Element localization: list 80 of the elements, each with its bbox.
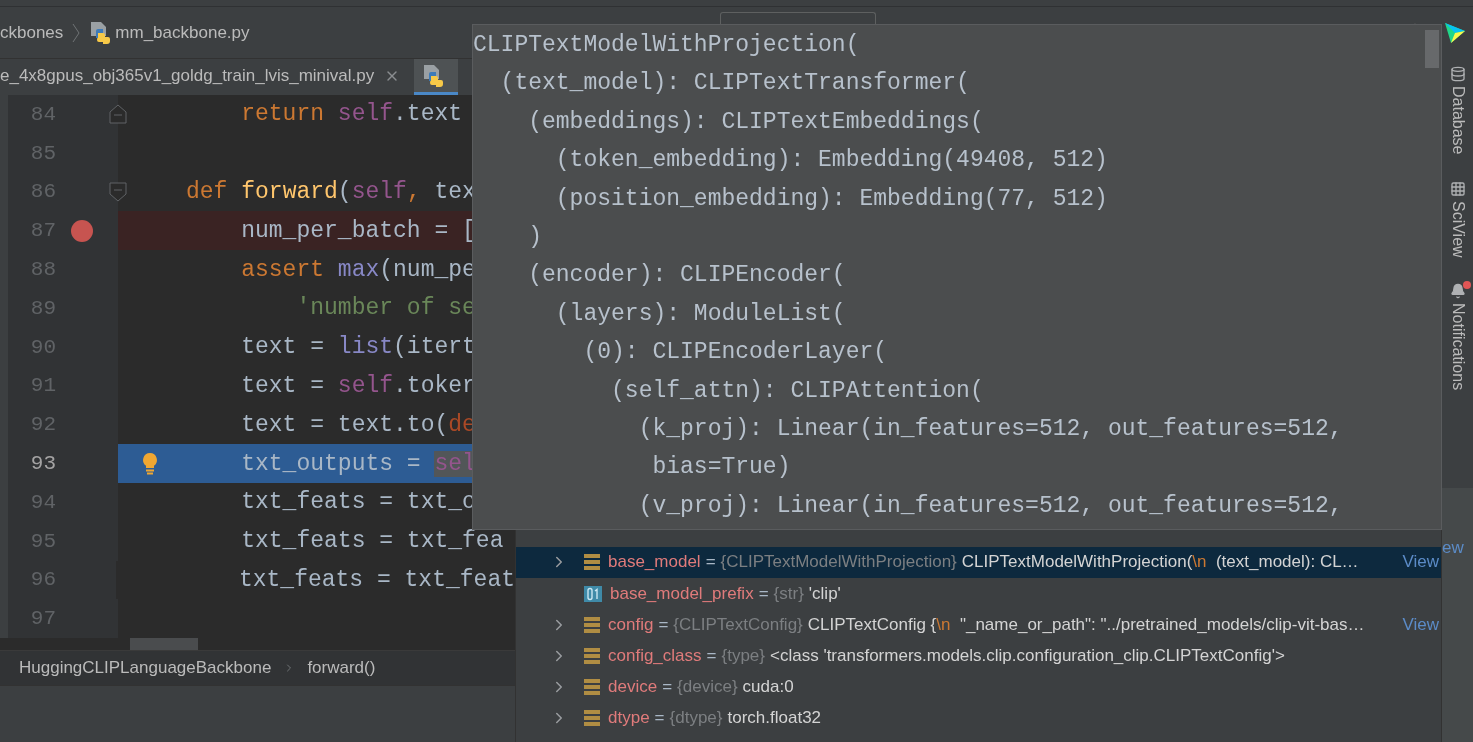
popup-text-line: (k_proj): Linear(in_features=512, out_features=512, — [637, 414, 1343, 444]
variable-type: {CLIPTextModelWithProjection} — [720, 552, 957, 573]
field-list-icon — [584, 709, 600, 728]
popup-text-line: (self_attn): CLIPAttention( — [610, 376, 984, 406]
view-link[interactable]: View — [1402, 614, 1439, 635]
variable-value: CLIPTextConfig {\n "_name_or_path": "../pretrained_models/clip-vit-bas… — [807, 614, 1366, 635]
variable-name: dtype — [608, 708, 650, 729]
code-line: txt_feats = txt_fea — [240, 528, 504, 555]
equals-sign: = — [662, 677, 673, 698]
database-icon — [1449, 66, 1466, 82]
lightbulb-icon[interactable] — [140, 451, 160, 476]
field-list-icon — [584, 615, 600, 634]
popup-text-line: (token_embedding): Embedding(49408, 512) — [554, 146, 1108, 176]
scrollbar-thumb[interactable] — [1425, 30, 1439, 68]
popup-text-line: (position_embedding): Embedding(77, 512) — [554, 184, 1108, 214]
value-icon — [584, 585, 602, 602]
variable-name: base_model_prefix — [610, 583, 754, 604]
variable-value: <class 'transformers.models.clip.configuration_clip.CLIPTextConfig'> — [770, 646, 1286, 667]
scrollbar-thumb[interactable] — [130, 638, 198, 651]
grid-icon — [1449, 180, 1466, 197]
popup-text-line: ) — [527, 222, 542, 252]
variable-value: 'clip' — [808, 583, 842, 604]
variable-name: base_model — [608, 552, 701, 573]
equals-sign: = — [706, 646, 717, 667]
popup-text-line: CLIPTextModelWithProjection( — [473, 31, 860, 60]
popup-text-line: (0): CLIPEncoderLayer( — [582, 338, 888, 368]
breadcrumb-item[interactable]: mm_backbone.py — [115, 22, 250, 43]
variable-type: {device} — [677, 677, 738, 698]
variable-name: device — [608, 677, 658, 698]
tool-window-button[interactable]: SciView — [1448, 180, 1467, 258]
popup-text-line: (text_model): CLIPTextTransformer( — [499, 69, 970, 99]
variable-row[interactable]: base_model = {CLIPTextModelWithProjection} CLIPTextModelWithProjection(\n (text_model): CL… View — [516, 546, 1441, 579]
breadcrumb-item[interactable]: ckbones — [0, 22, 64, 43]
equals-sign: = — [658, 614, 669, 635]
variable-row[interactable]: config_class = {type} <class 'transformers.models.clip.configuration_clip.CLIPTextConfig'> — [516, 640, 1441, 672]
breadcrumb-item[interactable]: forward() — [307, 657, 376, 678]
variable-row[interactable]: dtype = {dtype} torch.float32 — [516, 702, 1441, 734]
editor-tab[interactable]: e_4x8gpus_obj365v1_goldg_train_lvis_minival.py — [0, 59, 415, 95]
bell-icon — [1449, 283, 1466, 300]
variable-value: cuda:0 — [742, 677, 795, 698]
variable-type: {type} — [721, 646, 765, 667]
equals-sign: = — [705, 552, 716, 573]
breadcrumb-item[interactable]: HuggingCLIPLanguageBackbone — [19, 657, 272, 678]
fold-marker-icon[interactable] — [109, 104, 127, 125]
variable-type: {CLIPTextConfig} — [673, 614, 803, 635]
popup-text-line: (encoder): CLIPEncoder( — [527, 261, 846, 291]
variable-type: {dtype} — [669, 708, 723, 729]
code-line: assert max(num_pe — [240, 256, 476, 283]
breakpoint-icon[interactable] — [71, 219, 93, 242]
code-line: text = self.toker — [240, 372, 476, 399]
python-file-icon — [89, 20, 112, 45]
variable-name: config_class — [608, 646, 702, 667]
variable-row[interactable]: config = {CLIPTextConfig} CLIPTextConfig {\n "_name_or_path": "../pretrained_models/clip-vit-bas… View — [516, 609, 1441, 641]
app-logo-icon — [1443, 20, 1467, 45]
tool-window-button[interactable]: Notifications — [1448, 283, 1467, 391]
chevron-icon — [71, 22, 82, 43]
field-list-icon — [584, 678, 600, 697]
python-file-icon — [422, 63, 445, 88]
code-line: txt_feats = txt_feat — [237, 566, 515, 593]
editor-tab[interactable] — [414, 59, 459, 95]
code-line: text = list(itert — [240, 334, 476, 361]
fold-marker-icon[interactable] — [109, 182, 127, 202]
view-link[interactable]: View — [1402, 552, 1439, 573]
popup-text-line: (embeddings): CLIPTextEmbeddings( — [527, 107, 984, 137]
popup-text-line: (v_proj): Linear(in_features=512, out_features=512, — [637, 491, 1343, 521]
variable-name: config — [608, 614, 654, 635]
tool-window-button[interactable]: Database — [1448, 66, 1467, 155]
code-line: return self.text — [240, 101, 463, 128]
popup-text-line: (layers): ModuleList( — [554, 299, 846, 329]
variable-value: CLIPTextModelWithProjection(\n (text_model): CL… — [961, 552, 1360, 573]
variable-type: {str} — [773, 583, 804, 604]
popup-text-line: bias=True) — [651, 453, 791, 483]
field-list-icon — [584, 553, 600, 572]
variable-row[interactable]: base_model_prefix = {str} 'clip' — [516, 578, 1441, 610]
equals-sign: = — [654, 708, 665, 729]
variable-value: torch.float32 — [727, 708, 823, 729]
variable-row[interactable]: device = {device} cuda:0 — [516, 671, 1441, 703]
line-number: 93 — [29, 452, 56, 476]
field-list-icon — [584, 647, 600, 666]
equals-sign: = — [758, 583, 769, 604]
